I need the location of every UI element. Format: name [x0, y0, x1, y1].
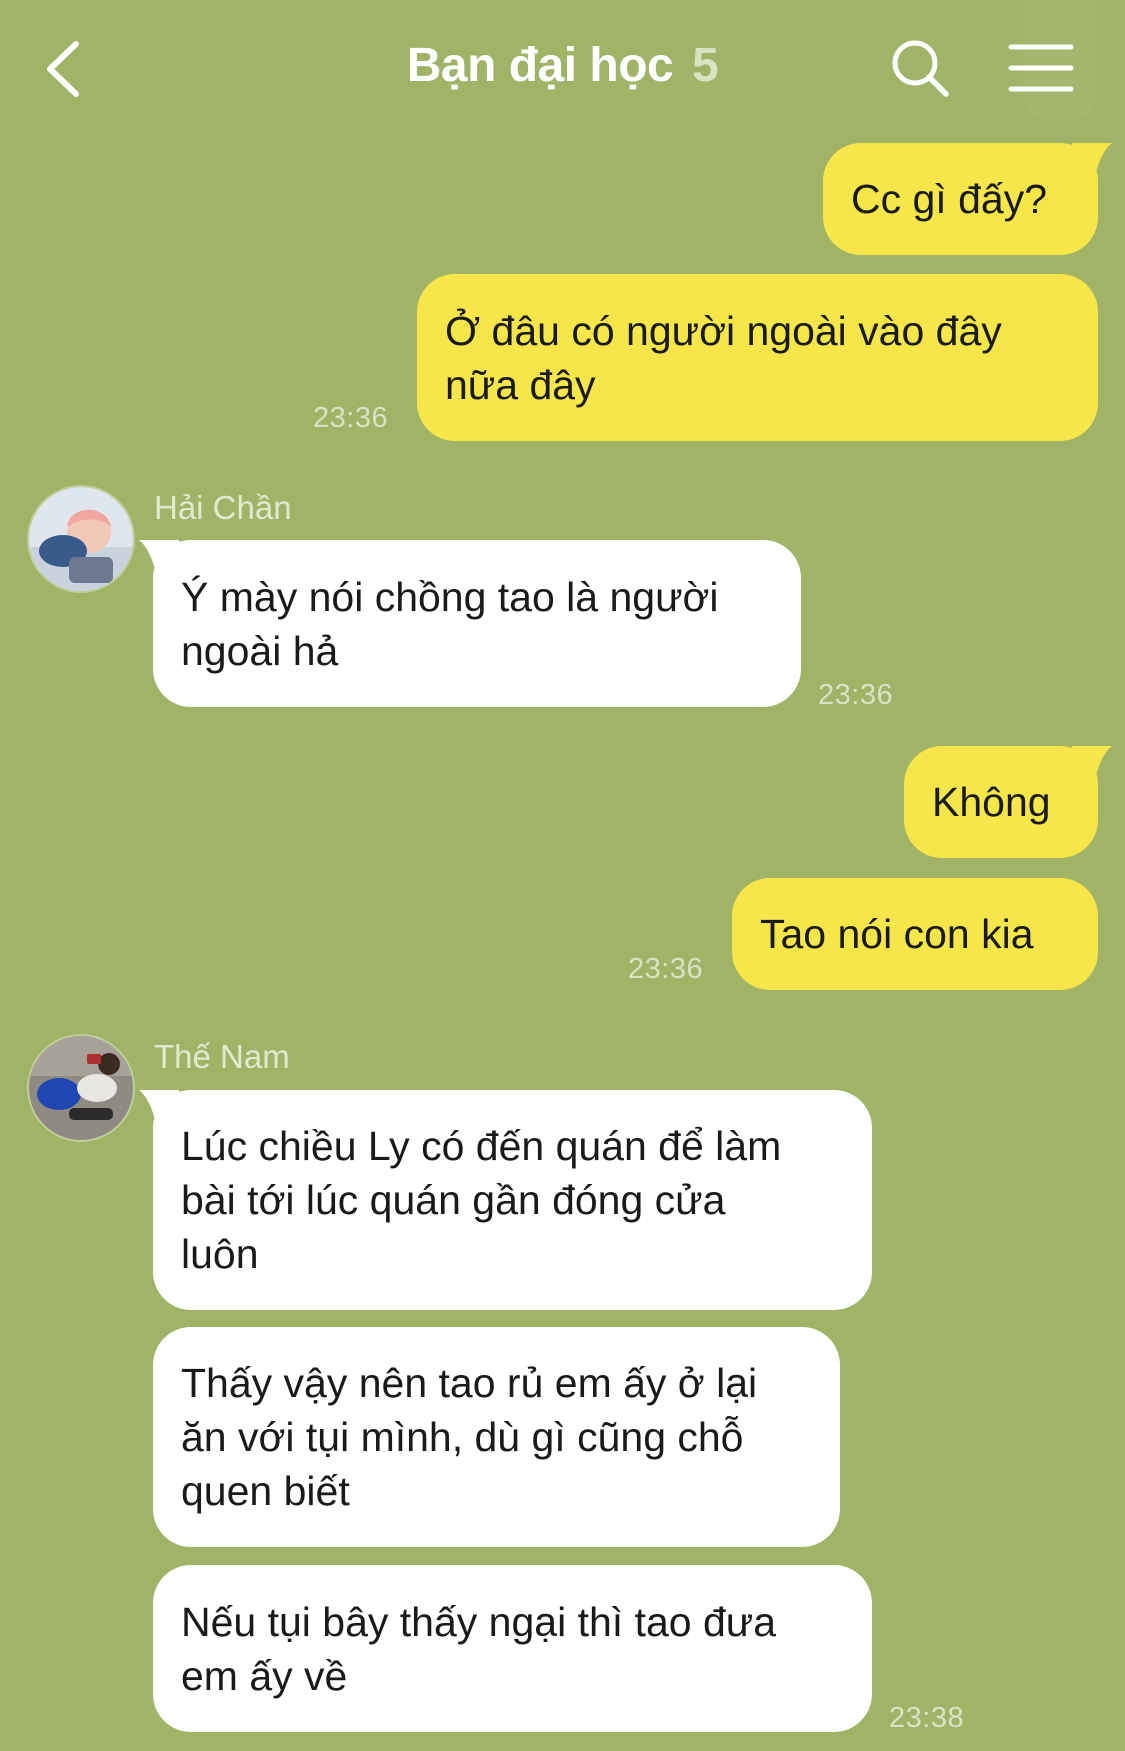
message-text: Thấy vậy nên tao rủ em ấy ở lại ăn với t… — [181, 1360, 758, 1514]
search-icon — [892, 40, 949, 97]
message-text: Cc gì đấy? — [851, 176, 1047, 222]
message-timestamp: 23:36 — [313, 402, 389, 434]
message-text: Tao nói con kia — [760, 911, 1034, 957]
message-bubble-outgoing[interactable]: Không — [904, 746, 1112, 858]
sender-name: Hải Chần — [154, 489, 292, 526]
message-text: Lúc chiều Ly có đến quán để làm bài tới … — [181, 1123, 782, 1277]
bubble-tail — [1072, 143, 1112, 179]
hamburger-menu-icon — [1008, 44, 1074, 92]
message-timestamp: 23:36 — [818, 679, 894, 711]
sender-name: Thế Nam — [154, 1038, 290, 1075]
message-text: Không — [932, 779, 1051, 825]
group-name: Bạn đại học — [406, 39, 674, 92]
message-text: Ý mày nói chồng tao là người ngoài hả — [181, 573, 719, 674]
message-bubble-outgoing[interactable]: Tao nói con kia — [732, 878, 1098, 990]
bubble-tail — [139, 1090, 179, 1126]
message-bubble-incoming[interactable]: Nếu tụi bây thấy ngại thì tao đưa em ấy … — [153, 1565, 872, 1732]
message-bubble-incoming[interactable]: Thấy vậy nên tao rủ em ấy ở lại ăn với t… — [153, 1327, 840, 1547]
avatar-photo — [29, 1036, 133, 1140]
message-text: Nếu tụi bây thấy ngại thì tao đưa em ấy … — [181, 1598, 777, 1699]
message-bubble-incoming[interactable]: Lúc chiều Ly có đến quán để làm bài tới … — [139, 1090, 872, 1310]
bubble-tail — [139, 540, 179, 576]
member-count: 5 — [692, 39, 719, 92]
message-timestamp: 23:38 — [889, 1702, 965, 1734]
message-text: Ở đâu có người ngoài vào đây nữa đây — [445, 307, 1002, 408]
chat-header: Bạn đại học 5 — [0, 0, 1125, 140]
avatar[interactable] — [29, 1036, 133, 1140]
avatar-photo — [29, 487, 133, 591]
menu-button[interactable] — [1008, 42, 1074, 94]
message-bubble-outgoing[interactable]: Ở đâu có người ngoài vào đây nữa đây — [417, 274, 1098, 441]
chat-title: Bạn đại học 5 — [0, 38, 1125, 93]
avatar[interactable] — [29, 487, 133, 591]
message-bubble-outgoing[interactable]: Cc gì đấy? — [823, 143, 1112, 255]
bubble-tail — [1072, 746, 1112, 782]
search-button[interactable] — [888, 36, 952, 100]
message-timestamp: 23:36 — [628, 953, 704, 985]
message-bubble-incoming[interactable]: Ý mày nói chồng tao là người ngoài hả — [139, 540, 801, 707]
